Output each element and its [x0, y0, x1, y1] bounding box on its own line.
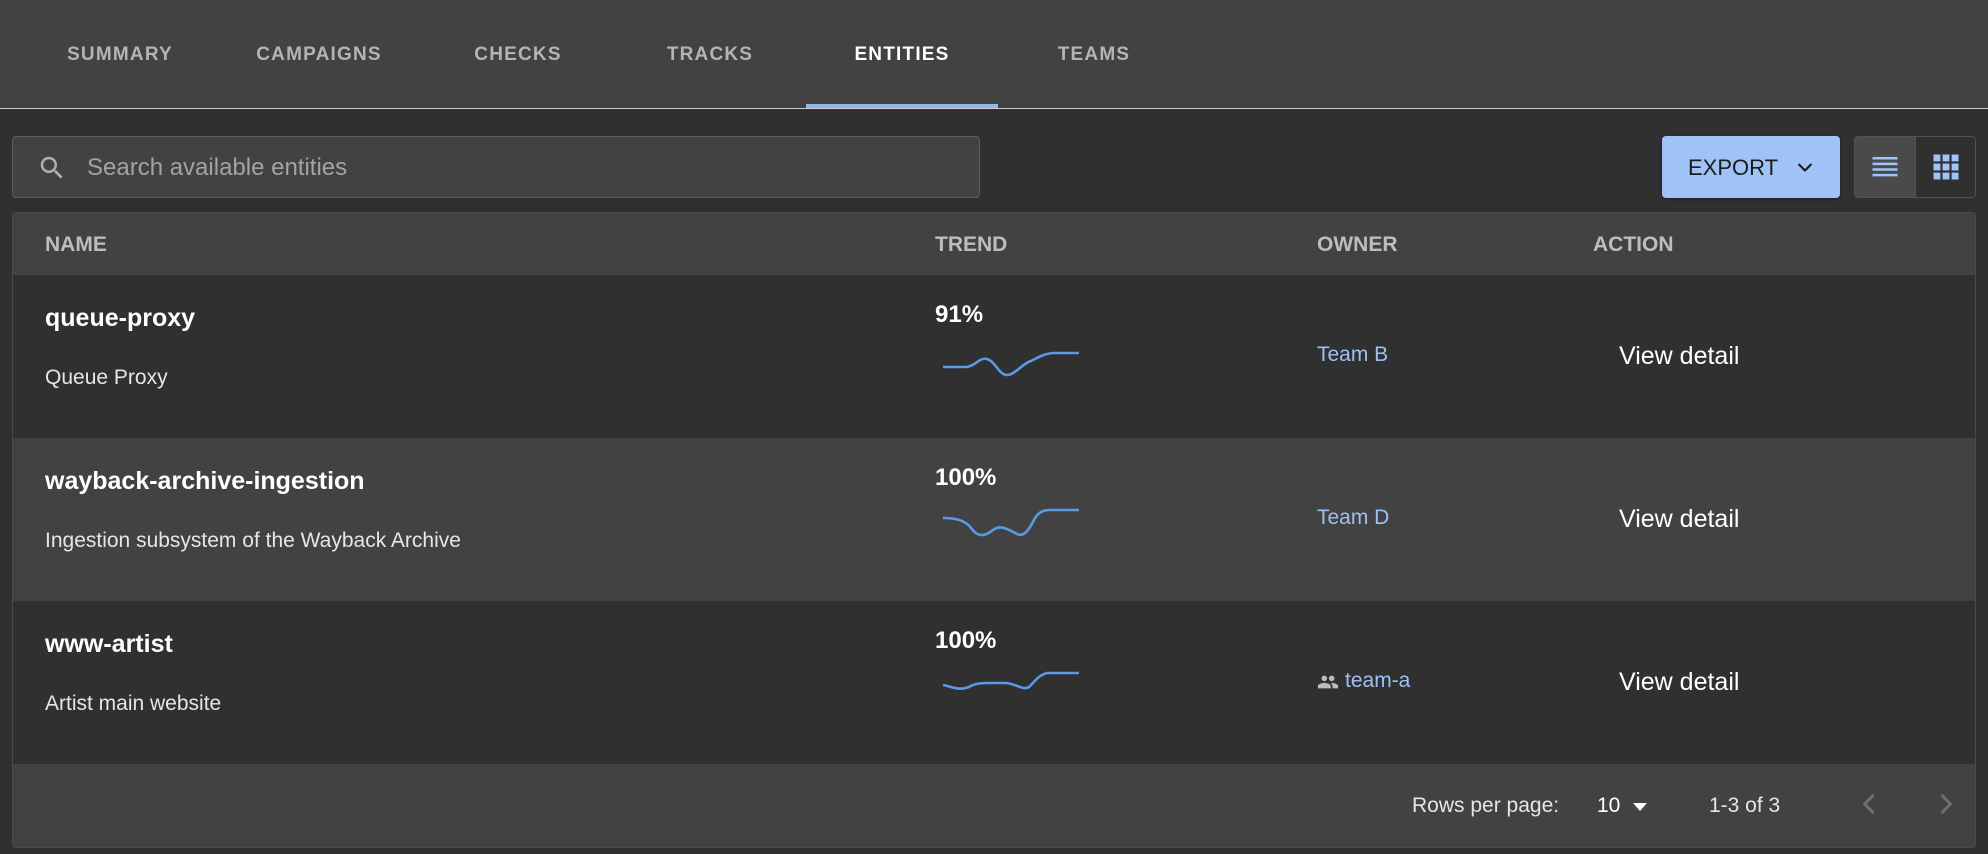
view-toggle-group — [1854, 136, 1976, 198]
grid-view-icon — [1933, 154, 1959, 180]
grid-view-button[interactable] — [1916, 137, 1976, 197]
entity-name: queue-proxy — [45, 304, 196, 332]
chevron-right-icon — [1940, 794, 1952, 814]
group-icon — [1317, 675, 1339, 689]
tab-campaigns[interactable]: CAMPAIGNS — [228, 0, 410, 108]
owner-link[interactable]: Team B — [1317, 343, 1388, 367]
tab-summary[interactable]: SUMMARY — [32, 0, 208, 108]
tab-entities[interactable]: ENTITIES — [806, 0, 998, 108]
rows-per-page-value: 10 — [1597, 794, 1621, 817]
table-row: www-artist Artist main website 100% team… — [13, 601, 1975, 764]
entity-description: Queue Proxy — [45, 366, 168, 389]
export-button[interactable]: EXPORT — [1662, 136, 1840, 198]
list-view-button[interactable] — [1855, 137, 1916, 197]
entity-description: Ingestion subsystem of the Wayback Archi… — [45, 529, 461, 552]
search-icon — [40, 156, 63, 179]
table-row: wayback-archive-ingestion Ingestion subs… — [13, 438, 1975, 601]
tab-bar: SUMMARY CAMPAIGNS CHECKS TRACKS ENTITIES… — [0, 0, 1988, 109]
trend-sparkline — [943, 351, 1079, 377]
view-detail-link[interactable]: View detail — [1619, 668, 1739, 697]
list-view-icon — [1872, 157, 1898, 177]
owner-link[interactable]: Team D — [1317, 506, 1389, 530]
pagination-range: 1-3 of 3 — [1709, 794, 1781, 817]
entity-name: www-artist — [45, 630, 173, 658]
table-row: queue-proxy Queue Proxy 91% Team B View … — [13, 275, 1975, 438]
view-detail-link[interactable]: View detail — [1619, 505, 1739, 534]
chevron-left-icon — [1863, 794, 1875, 814]
column-header-name[interactable]: NAME — [45, 233, 107, 257]
rows-per-page-label: Rows per page: — [1412, 794, 1560, 817]
trend-sparkline — [942, 671, 1079, 690]
search-box — [12, 136, 980, 198]
trend-percent: 100% — [935, 464, 997, 491]
tab-teams[interactable]: TEAMS — [1004, 0, 1184, 108]
active-tab-indicator — [806, 104, 998, 108]
column-header-trend[interactable]: TREND — [935, 233, 1007, 257]
tab-checks[interactable]: CHECKS — [428, 0, 608, 108]
owner-link[interactable]: team-a — [1345, 669, 1410, 693]
next-page-button[interactable] — [1928, 786, 1964, 822]
caret-down-icon — [1633, 803, 1647, 811]
trend-sparkline — [942, 508, 1079, 537]
column-header-owner[interactable]: OWNER — [1317, 233, 1398, 257]
trend-percent: 100% — [935, 627, 997, 654]
view-detail-link[interactable]: View detail — [1619, 342, 1739, 371]
table-pagination: Rows per page: 10 1-3 of 3 — [13, 764, 1975, 847]
trend-percent: 91% — [935, 301, 984, 328]
search-input[interactable] — [85, 149, 959, 187]
previous-page-button[interactable] — [1851, 786, 1887, 822]
entity-name: wayback-archive-ingestion — [45, 467, 365, 495]
entity-description: Artist main website — [45, 692, 222, 715]
column-header-action: ACTION — [1593, 233, 1674, 256]
chevron-down-icon — [1798, 163, 1812, 172]
tab-tracks[interactable]: TRACKS — [620, 0, 800, 108]
export-label: EXPORT — [1688, 155, 1779, 180]
rows-per-page-select[interactable]: 10 — [1597, 792, 1657, 820]
table-header: NAME TREND OWNER ACTION — [13, 213, 1975, 275]
entities-table: NAME TREND OWNER ACTION queue-proxy Queu… — [12, 212, 1976, 848]
